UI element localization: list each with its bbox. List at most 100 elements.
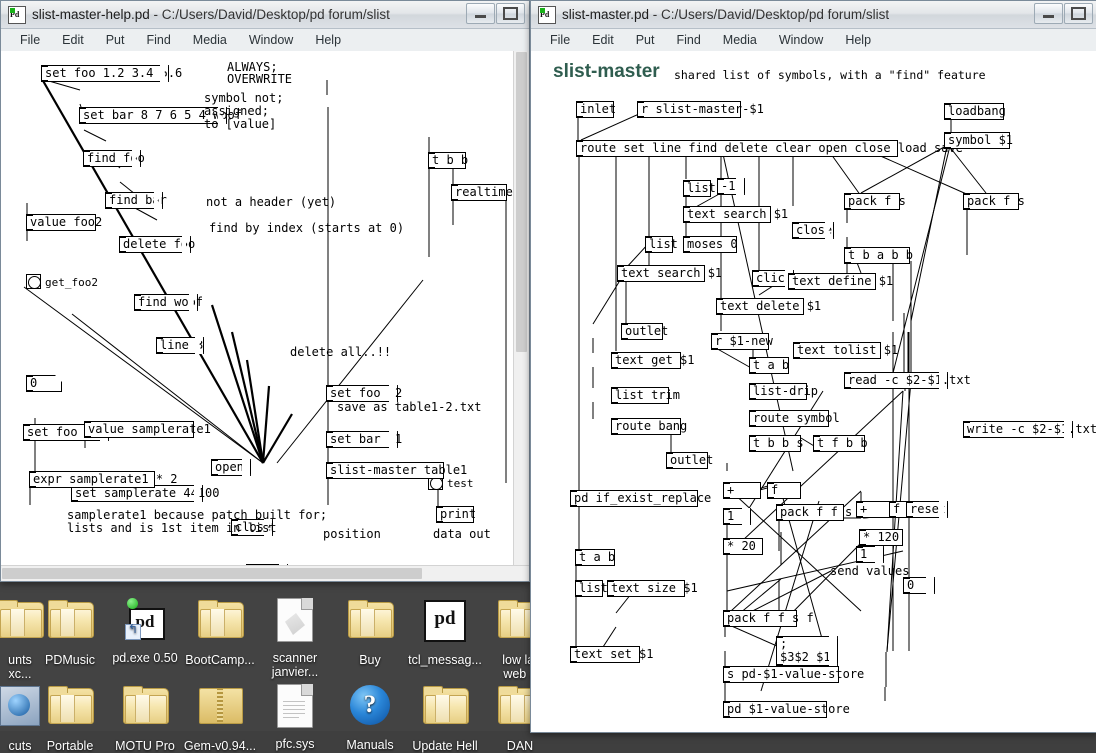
- bang-object[interactable]: get_foo2: [26, 274, 98, 289]
- menubar-master[interactable]: File Edit Put Find Media Window Help: [531, 29, 1096, 52]
- object-box[interactable]: value samplerate1: [84, 421, 211, 438]
- menu-item-file[interactable]: File: [539, 30, 581, 50]
- object-box[interactable]: realtime: [451, 184, 513, 201]
- message-box[interactable]: find foo: [83, 150, 145, 167]
- message-box[interactable]: read -c $2-$1.txt: [844, 372, 971, 389]
- object-box[interactable]: outlet: [621, 323, 668, 340]
- menu-item-edit[interactable]: Edit: [51, 30, 95, 50]
- patch-canvas-help[interactable]: set foo 1.2 3.4 5.6 set bar 8 7 6 5 4 woo…: [1, 51, 529, 581]
- object-box[interactable]: t b b: [428, 152, 468, 169]
- maximize-button[interactable]: [496, 3, 525, 24]
- object-box[interactable]: * 120: [859, 529, 903, 546]
- object-text: expr samplerate1 * 2: [33, 472, 178, 486]
- object-box[interactable]: print: [436, 506, 476, 523]
- window-slist-master[interactable]: slist-master.pd - C:/Users/David/Desktop…: [530, 0, 1096, 733]
- object-box[interactable]: expr samplerate1 * 2: [29, 471, 178, 488]
- window-controls-master[interactable]: [1033, 3, 1093, 24]
- maximize-button[interactable]: [1064, 3, 1093, 24]
- menubar-help[interactable]: File Edit Put Find Media Window Help: [1, 29, 529, 52]
- object-box[interactable]: symbol $1: [944, 132, 1013, 149]
- object-box[interactable]: t b b s: [749, 435, 804, 452]
- window-controls-help[interactable]: [465, 3, 525, 24]
- object-box[interactable]: list-drip: [749, 383, 818, 400]
- minimize-button[interactable]: [1034, 3, 1063, 24]
- object-box[interactable]: moses 0: [683, 236, 738, 253]
- menu-item-media[interactable]: Media: [182, 30, 238, 50]
- object-box[interactable]: list trim: [611, 387, 680, 404]
- object-box[interactable]: list: [683, 180, 716, 197]
- patch-canvas-master[interactable]: slist-master shared list of symbols, wit…: [531, 51, 1096, 732]
- object-box[interactable]: route symbol: [749, 410, 840, 427]
- object-box[interactable]: slist-master table1: [326, 462, 467, 479]
- object-box[interactable]: pack f f s f: [723, 610, 814, 627]
- object-box[interactable]: * 20: [723, 538, 763, 555]
- message-box[interactable]: reset: [906, 501, 948, 518]
- menu-item-find[interactable]: Find: [665, 30, 711, 50]
- object-box[interactable]: f: [767, 482, 801, 499]
- menu-item-window[interactable]: Window: [238, 30, 304, 50]
- menu-item-media[interactable]: Media: [712, 30, 768, 50]
- object-box[interactable]: text delete $1: [716, 298, 821, 315]
- object-text: pd if_exist_replace: [574, 491, 712, 505]
- message-box[interactable]: close: [792, 222, 834, 239]
- object-box[interactable]: text tolist $1: [793, 342, 898, 359]
- message-box[interactable]: line 3: [156, 337, 204, 354]
- object-box[interactable]: pack f s: [844, 193, 906, 210]
- object-box[interactable]: inlet: [576, 101, 616, 118]
- object-box[interactable]: route set line find delete clear open cl…: [576, 140, 963, 157]
- menu-item-help[interactable]: Help: [834, 30, 882, 50]
- message-box[interactable]: find woof: [134, 294, 203, 311]
- object-box[interactable]: text search $1: [617, 265, 722, 282]
- object-box[interactable]: list: [575, 580, 608, 597]
- window-slist-master-help[interactable]: slist-master-help.pd - C:/Users/David/De…: [0, 0, 530, 582]
- object-box[interactable]: loadbang: [944, 103, 1006, 120]
- menu-item-file[interactable]: File: [9, 30, 51, 50]
- message-box[interactable]: delete foo: [119, 236, 195, 253]
- message-box[interactable]: set bar 11: [326, 431, 402, 448]
- menu-item-window[interactable]: Window: [768, 30, 834, 50]
- object-box[interactable]: text size $1: [607, 580, 698, 597]
- menu-item-edit[interactable]: Edit: [581, 30, 625, 50]
- message-box[interactable]: 0: [903, 577, 935, 594]
- titlebar-master[interactable]: slist-master.pd - C:/Users/David/Desktop…: [531, 1, 1096, 29]
- object-box[interactable]: route bang: [611, 418, 687, 435]
- object-box[interactable]: s pd-$1-value-store: [723, 666, 864, 683]
- message-box[interactable]: find bar: [105, 192, 167, 209]
- horizontal-scrollbar-help[interactable]: [1, 565, 529, 581]
- object-box[interactable]: text set $1: [570, 646, 653, 663]
- minimize-button[interactable]: [466, 3, 495, 24]
- object-box[interactable]: pd $1-value-store: [723, 701, 850, 718]
- object-box[interactable]: r slist-master-$1: [637, 101, 764, 118]
- object-box[interactable]: pd if_exist_replace: [570, 490, 711, 507]
- titlebar-help[interactable]: slist-master-help.pd - C:/Users/David/De…: [1, 1, 529, 29]
- menu-item-help[interactable]: Help: [304, 30, 352, 50]
- object-box[interactable]: list: [645, 236, 678, 253]
- object-box[interactable]: text define $1: [788, 273, 893, 290]
- message-box[interactable]: 1: [856, 546, 884, 563]
- object-box[interactable]: value foo2: [26, 214, 102, 231]
- message-box[interactable]: ; $3$2 $1: [776, 636, 838, 666]
- message-box[interactable]: 1: [723, 508, 751, 525]
- object-box[interactable]: +: [723, 482, 761, 499]
- menu-item-put[interactable]: Put: [625, 30, 666, 50]
- message-box[interactable]: open: [211, 459, 251, 476]
- object-text: t b b s: [753, 436, 804, 450]
- object-text: moses 0: [687, 237, 738, 251]
- object-box[interactable]: t b a b b: [844, 247, 913, 264]
- object-box[interactable]: pack f s: [963, 193, 1025, 210]
- vertical-scrollbar-help[interactable]: [513, 51, 529, 581]
- object-box[interactable]: text get $1: [611, 352, 694, 369]
- menu-item-find[interactable]: Find: [135, 30, 181, 50]
- menu-item-put[interactable]: Put: [95, 30, 136, 50]
- message-box[interactable]: -1: [717, 178, 745, 195]
- object-box[interactable]: t a b: [575, 549, 615, 566]
- object-box[interactable]: text search $1: [683, 206, 788, 223]
- object-box[interactable]: pack f f s: [776, 504, 852, 521]
- number-box[interactable]: 0: [26, 375, 62, 392]
- message-box[interactable]: set foo 1.2 3.4 5.6: [41, 65, 182, 82]
- object-box[interactable]: t f b b: [813, 435, 868, 452]
- object-box[interactable]: t a b: [749, 357, 789, 374]
- object-box[interactable]: r $1-new: [711, 333, 773, 350]
- object-box[interactable]: outlet: [666, 452, 713, 469]
- message-box[interactable]: write -c $2-$1.txt: [963, 421, 1096, 438]
